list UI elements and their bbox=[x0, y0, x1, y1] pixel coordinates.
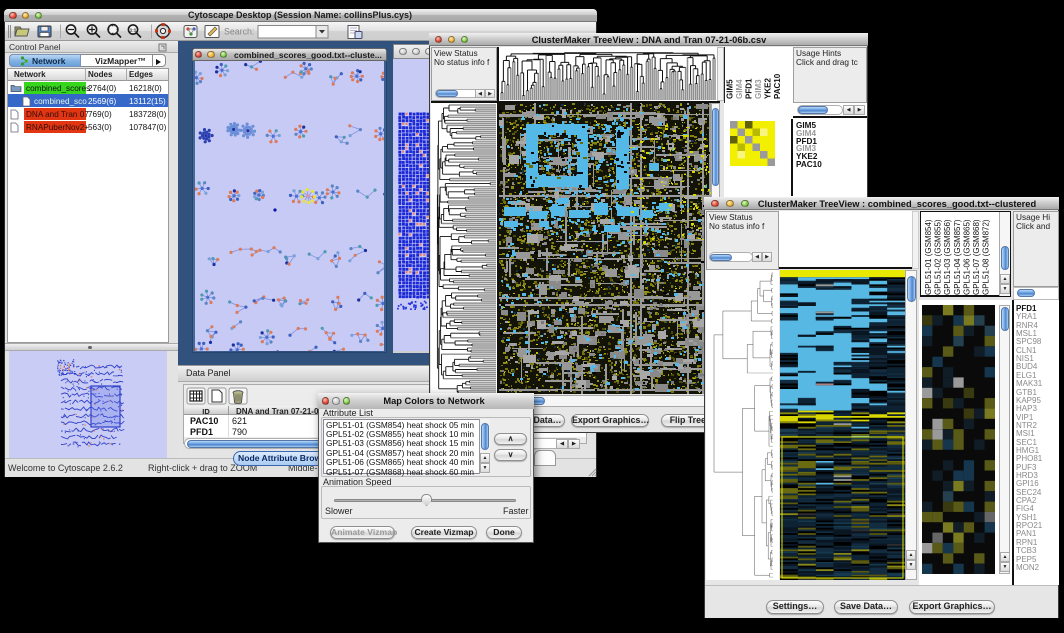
svg-text:GPL51-01 (GSM854): GPL51-01 (GSM854) bbox=[924, 219, 933, 295]
svg-text:GPL51-06 (GSM865): GPL51-06 (GSM865) bbox=[962, 219, 971, 295]
svg-text:GPL51-07 (GSM868): GPL51-07 (GSM868) bbox=[972, 219, 981, 295]
svg-text:GPL51-08 (GSM872): GPL51-08 (GSM872) bbox=[982, 219, 991, 295]
svg-text:GIM3: GIM3 bbox=[754, 79, 763, 99]
svg-text:GIM5: GIM5 bbox=[726, 79, 735, 99]
svg-text:PFD1: PFD1 bbox=[745, 78, 754, 99]
svg-text:GPL51-02 (GSM855): GPL51-02 (GSM855) bbox=[934, 219, 943, 295]
svg-text:GPL51-03 (GSM856): GPL51-03 (GSM856) bbox=[943, 219, 952, 295]
svg-text:Search:: Search: bbox=[224, 27, 254, 37]
svg-text:PAC10: PAC10 bbox=[773, 73, 782, 99]
svg-text:GIM4: GIM4 bbox=[735, 79, 744, 99]
svg-text:YKE2: YKE2 bbox=[764, 78, 773, 99]
svg-text:GPL51-04 (GSM857): GPL51-04 (GSM857) bbox=[953, 219, 962, 295]
svg-text:1:1: 1:1 bbox=[130, 28, 137, 33]
